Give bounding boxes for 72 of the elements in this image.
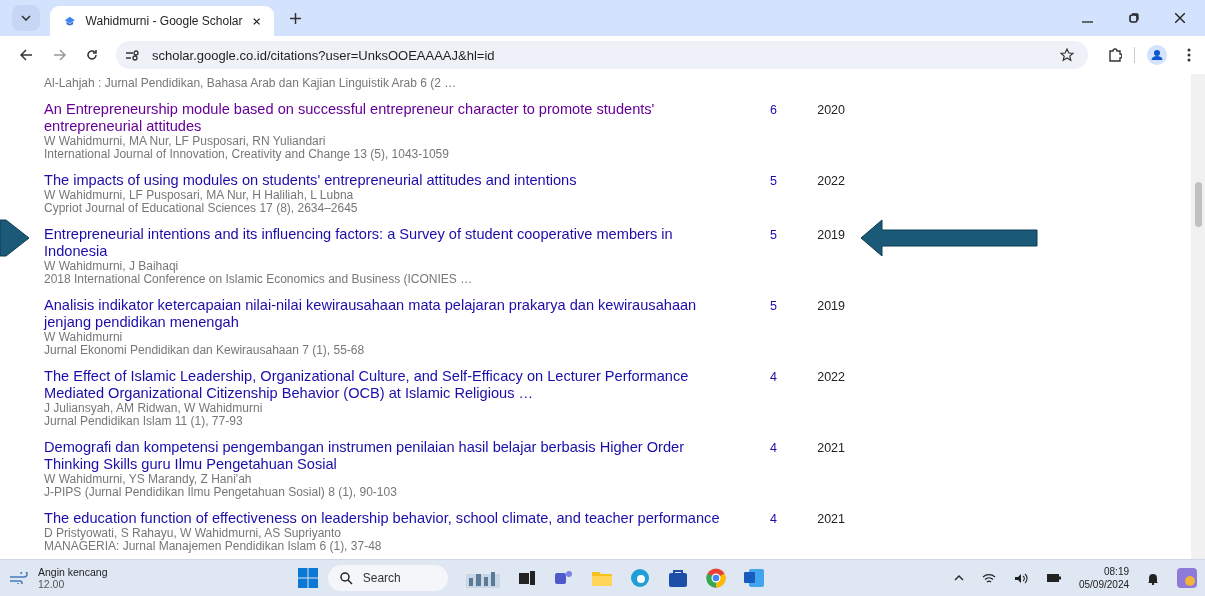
edge-browser-icon[interactable] [629, 568, 650, 588]
word-document-icon[interactable] [743, 569, 764, 587]
article-title-link[interactable]: Analisis indikator ketercapaian nilai-nilai kewirausahaan mata pelajaran prakarya dan kewirausahaan jenjang pendidikan menengah [44, 297, 724, 331]
article-authors: W Wahidmurni, J Baihaqi [44, 260, 180, 273]
store-bag-icon[interactable] [667, 568, 688, 588]
cited-by-count-link[interactable]: 4 [724, 510, 777, 526]
scrollbar[interactable] [1191, 74, 1205, 559]
speaker-icon[interactable] [1013, 572, 1029, 584]
windows-start-icon[interactable] [297, 568, 318, 588]
taskbar-search-field[interactable]: Search [327, 565, 448, 591]
year-text: 2022 [816, 173, 845, 188]
article-authors: W Wahidmurni [44, 331, 124, 344]
article-authors: W Wahidmurni, LF Pusposari, MA Nur, H Haliliah, L Lubna [44, 189, 355, 202]
weather-temperature: 12.00 [38, 578, 66, 590]
article-title-link[interactable]: The education function of effectiveness on leadership behavior, school climate, and teacher performance [44, 510, 724, 527]
year-text: 2019 [816, 227, 845, 242]
article-authors: D Pristyowati, S Rahayu, W Wahidmurni, AS Supriyanto [44, 527, 342, 540]
wind-icon [10, 572, 30, 584]
more-menu-icon[interactable] [1187, 48, 1191, 62]
year-text: 2019 [816, 298, 845, 313]
profile-icon[interactable] [1147, 45, 1167, 65]
cited-by-count-link[interactable]: 4 [724, 439, 777, 455]
clock[interactable]: 08:19 05/09/2024 [1078, 565, 1129, 591]
article-venue: Jurnal Ekonomi Pendidikan dan Kewirausahaan 7 (1), 55-68 [44, 344, 366, 357]
chevron-down-icon [21, 15, 31, 21]
search-icon [339, 572, 353, 585]
article-authors: W Wahidmurni, MA Nur, LF Pusposari, RN Yuliandari [44, 135, 327, 148]
article-venue: Jurnal Pendidikan Islam 11 (1), 77-93 [44, 415, 244, 428]
chrome-browser-icon[interactable] [705, 568, 726, 588]
new-tab-icon[interactable] [290, 13, 301, 24]
back-arrow-icon[interactable] [20, 49, 33, 61]
article-venue: Cypriot Journal of Educational Sciences 17 (8), 2634–2645 [44, 202, 359, 215]
year-text: 2021 [816, 440, 845, 455]
close-icon[interactable] [252, 16, 260, 26]
cited-by-count-link[interactable]: 5 [724, 172, 777, 188]
reload-icon[interactable] [86, 49, 98, 61]
weather-label: Angin kencang [38, 566, 108, 578]
puzzle-piece-icon[interactable] [1108, 48, 1122, 62]
tab-list-button[interactable] [12, 5, 40, 31]
close-icon[interactable] [1175, 13, 1185, 23]
graduation-cap-icon [64, 15, 76, 27]
article-venue: J-PIPS (Jurnal Pendidikan Ilmu Pengetahuan Sosial) 8 (1), 90-103 [44, 486, 398, 499]
browser-tab[interactable]: Wahidmurni - Google Scholar [50, 6, 274, 36]
year-text: 2021 [816, 511, 845, 526]
restore-icon[interactable] [1129, 13, 1139, 23]
address-field[interactable]: scholar.google.co.id/citations?user=UnksOOEAAAAJ&hl=id [116, 41, 1088, 69]
article-title-link[interactable]: Demografi dan kompetensi pengembangan instrumen penilaian hasil belajar berbasis Higher Order Thinking Skills guru Ilmu Pengetahuan Sosial [44, 439, 724, 473]
cited-by-count-link[interactable]: 4 [724, 368, 777, 384]
article-venue: 2018 International Conference on Islamic Economics and Business (ICONIES … [44, 273, 474, 286]
year-text: 2020 [816, 102, 845, 117]
site-settings-icon[interactable] [126, 49, 140, 61]
cited-by-count-link[interactable]: 5 [724, 226, 777, 242]
article-authors: J Juliansyah, AM Ridwan, W Wahidmurni [44, 402, 264, 415]
bell-icon[interactable] [1147, 571, 1159, 585]
article-venue: Al-Lahjah : Jurnal Pendidikan, Bahasa Arab dan Kajian Linguistik Arab 6 (2 … [44, 77, 458, 90]
battery-icon[interactable] [1046, 574, 1061, 582]
task-view-icon[interactable] [517, 570, 536, 586]
star-icon[interactable] [1060, 48, 1074, 62]
year-text: 2022 [816, 369, 845, 384]
article-authors: W Wahidmurni, YS Marandy, Z Hani'ah [44, 473, 253, 486]
wifi-icon[interactable] [981, 572, 996, 584]
article-venue: MANAGERIA: Jurnal Manajemen Pendidikan Islam 6 (1), 37-48 [44, 540, 383, 553]
forward-arrow-icon[interactable] [53, 49, 66, 61]
cited-by-count-link[interactable]: 5 [724, 297, 777, 313]
article-title-link[interactable]: An Entrepreneurship module based on successful entrepreneur character to promote students' entrepreneurial attitudes [44, 101, 724, 135]
chevron-up-icon[interactable] [953, 575, 964, 581]
cited-by-count-link[interactable]: 6 [724, 101, 777, 117]
article-title-link[interactable]: The Effect of Islamic Leadership, Organizational Culture, and Self-Efficacy on Lecturer Performance Mediated Organizational Citizenship Behavior (OCB) at Islamic Religious … [44, 368, 724, 402]
article-venue: International Journal of Innovation, Creativity and Change 13 (5), 1043-1059 [44, 148, 450, 161]
article-title-link[interactable]: The impacts of using modules on students' entrepreneurial attitudes and intentions [44, 172, 724, 189]
article-title-link[interactable]: Entrepreneurial intentions and its influencing factors: a Survey of student cooperative members in Indonesia [44, 226, 724, 260]
teams-icon[interactable] [553, 569, 574, 587]
